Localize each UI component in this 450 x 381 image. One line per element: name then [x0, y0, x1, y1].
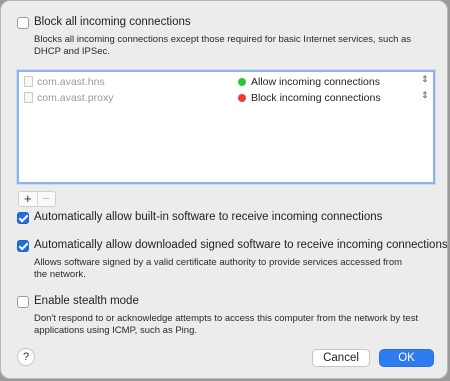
app-icon	[24, 92, 33, 103]
remove-app-button[interactable]: −	[38, 192, 56, 206]
stealth-mode-checkbox[interactable]	[17, 296, 29, 308]
stepper-arrows-icon[interactable]: ⇕	[421, 90, 429, 101]
list-item[interactable]: com.avast.hns Allow incoming connections…	[19, 74, 433, 90]
status-dot-icon	[238, 94, 246, 102]
status-select[interactable]: Block incoming connections	[251, 92, 381, 104]
block-all-description: Blocks all incoming connections except t…	[34, 34, 412, 57]
auto-allow-signed-label: Automatically allow downloaded signed so…	[34, 239, 448, 251]
app-name: com.avast.hns	[37, 76, 105, 88]
block-all-label: Block all incoming connections	[34, 16, 191, 28]
auto-allow-signed-checkbox[interactable]	[17, 240, 29, 252]
stealth-mode-label: Enable stealth mode	[34, 295, 139, 307]
block-all-checkbox[interactable]	[17, 17, 29, 29]
auto-allow-builtin-checkbox[interactable]	[17, 212, 29, 224]
app-icon	[24, 76, 33, 87]
cancel-button[interactable]: Cancel	[312, 349, 370, 367]
add-app-button[interactable]: +	[19, 192, 38, 206]
stealth-mode-description: Don't respond to or acknowledge attempts…	[34, 313, 419, 336]
auto-allow-builtin-label: Automatically allow built-in software to…	[34, 211, 383, 223]
app-name: com.avast.proxy	[37, 92, 114, 104]
stepper-arrows-icon[interactable]: ⇕	[421, 74, 429, 85]
application-list[interactable]: com.avast.hns Allow incoming connections…	[17, 70, 435, 184]
list-add-remove-control: + −	[18, 191, 56, 207]
status-select[interactable]: Allow incoming connections	[251, 76, 380, 88]
list-item[interactable]: com.avast.proxy Block incoming connectio…	[19, 90, 433, 106]
status-dot-icon	[238, 78, 246, 86]
help-button[interactable]: ?	[17, 348, 35, 366]
firewall-options-dialog: Block all incoming connections Blocks al…	[0, 0, 448, 379]
ok-button[interactable]: OK	[379, 349, 434, 367]
auto-allow-signed-description: Allows software signed by a valid certif…	[34, 257, 403, 280]
